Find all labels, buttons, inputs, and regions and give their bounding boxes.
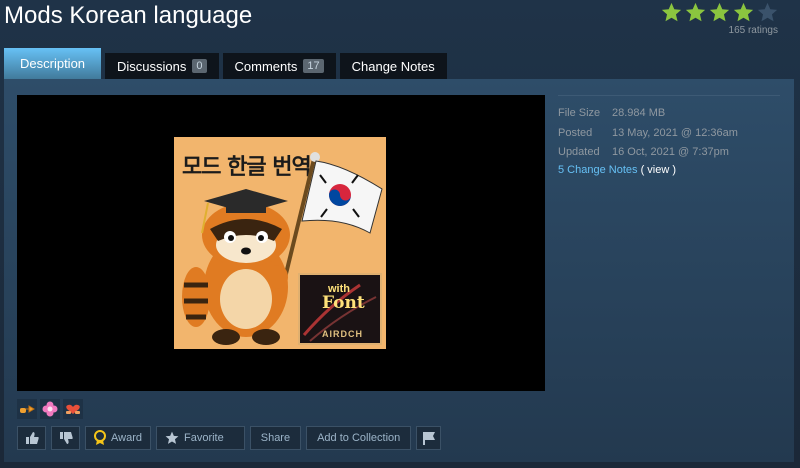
tab-discussions[interactable]: Discussions 0 (105, 53, 219, 79)
posted-label: Posted (558, 126, 593, 139)
tab-label: Comments (234, 58, 298, 74)
star-filled-icon (709, 2, 730, 22)
reaction-item[interactable] (63, 399, 83, 419)
vote-down-button[interactable] (51, 426, 80, 450)
updated-row: Updated 16 Oct, 2021 @ 7:37pm (558, 143, 780, 163)
add-to-collection-button[interactable]: Add to Collection (306, 426, 412, 450)
view-change-notes-link[interactable]: ( view ) (641, 164, 676, 176)
favorite-button[interactable]: Favorite (155, 426, 245, 450)
file-size-label: File Size (558, 107, 601, 119)
tab-label: Description (20, 56, 86, 71)
add-to-collection-label: Add to Collection (317, 432, 401, 444)
badge-author-text: AIRDCH (322, 329, 363, 339)
thumbs-up-icon (25, 432, 39, 444)
badge-font-text: Font (322, 293, 365, 313)
file-details: File Size 28.984 MB Posted 13 May, 2021 … (558, 95, 780, 176)
font-badge: with Font AIRDCH (298, 273, 382, 345)
reaction-item[interactable] (17, 399, 37, 419)
change-notes-link[interactable]: 5 Change Notes (558, 164, 638, 176)
share-button[interactable]: Share (249, 426, 302, 450)
thumbs-down-icon (59, 432, 73, 444)
reactions-bar (17, 399, 83, 419)
heart-hands-icon (66, 404, 80, 414)
file-size-value: 28.984 MB (612, 107, 666, 119)
award-label: Award (111, 432, 142, 444)
tab-label: Change Notes (351, 58, 435, 74)
tab-change-notes[interactable]: Change Notes (339, 53, 447, 79)
star-filled-icon (733, 2, 754, 22)
tab-label: Discussions (117, 58, 187, 74)
flag-icon (422, 432, 435, 445)
tab-bar: Description Discussions 0 Comments 17 Ch… (4, 48, 447, 79)
pointing-hand-icon (20, 405, 35, 413)
star-filled-icon (685, 2, 706, 22)
award-icon (94, 430, 106, 445)
page-title: Mods Korean language (4, 2, 253, 29)
tab-comments[interactable]: Comments 17 (222, 53, 336, 79)
action-buttons: Award Favorite Share Add to Collection (17, 426, 442, 450)
posted-value: 13 May, 2021 @ 12:36am (612, 126, 738, 139)
posted-row: Posted 13 May, 2021 @ 12:36am (558, 124, 780, 144)
tab-description[interactable]: Description (4, 48, 102, 79)
preview-image-area[interactable]: 모드 한글 번역 with Font AIRDCH (17, 95, 545, 391)
rating-summary: 165 ratings (661, 2, 778, 36)
share-label: Share (260, 432, 291, 444)
file-size-row: File Size 28.984 MB (558, 104, 780, 124)
description-panel: 모드 한글 번역 with Font AIRDCH File Size 28.9… (4, 79, 794, 462)
report-button[interactable] (416, 426, 442, 450)
star-empty-icon (757, 2, 778, 22)
change-notes-line: 5 Change Notes ( view ) (558, 164, 780, 176)
mod-preview-image: 모드 한글 번역 with Font AIRDCH (174, 137, 386, 349)
favorite-label: Favorite (183, 432, 224, 444)
updated-label: Updated (558, 146, 600, 158)
rating-stars (661, 2, 778, 23)
tab-count-badge: 0 (192, 59, 207, 73)
tab-count-badge: 17 (303, 59, 324, 73)
vote-up-button[interactable] (17, 426, 46, 450)
flower-icon (42, 401, 58, 417)
award-button[interactable]: Award (85, 426, 151, 450)
star-icon (165, 431, 179, 444)
updated-value: 16 Oct, 2021 @ 7:37pm (612, 146, 729, 158)
reaction-item[interactable] (40, 399, 60, 419)
star-filled-icon (661, 2, 682, 22)
rating-count: 165 ratings (728, 25, 778, 36)
